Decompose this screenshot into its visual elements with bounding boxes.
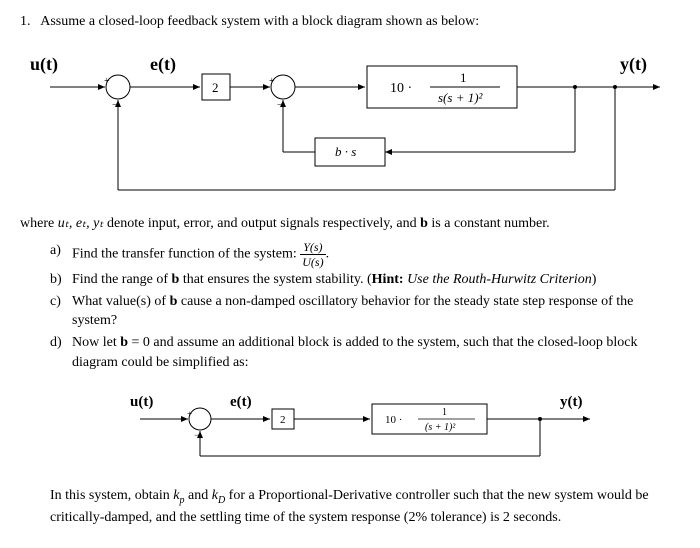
where-part-2: denote input, error, and output signals … xyxy=(107,216,420,231)
part-c-text: What value(s) of b cause a non-damped os… xyxy=(72,292,680,331)
part-c-text1: What value(s) of xyxy=(72,294,170,309)
part-d-text: Now let b = 0 and assume an additional b… xyxy=(72,333,680,372)
part-a: a) Find the transfer function of the sys… xyxy=(50,241,680,268)
part-b-label: b) xyxy=(50,270,72,290)
block-diagram-2: u(t) + − e(t) 2 10 · 1 (s + 1)² y(t) xyxy=(20,384,680,474)
svg-text:+: + xyxy=(269,76,275,87)
part-b-text1: Find the range of xyxy=(72,272,172,287)
d2-summing-junction xyxy=(189,408,211,430)
svg-text:−: − xyxy=(112,100,118,111)
svg-text:+: + xyxy=(104,76,110,87)
part-b-text: Find the range of b that ensures the sys… xyxy=(72,270,680,290)
d2-tf-den: (s + 1)² xyxy=(425,422,456,433)
after-text-2: and xyxy=(185,488,212,503)
kp-symbol: kp xyxy=(173,488,184,503)
sub-questions: a) Find the transfer function of the sys… xyxy=(50,241,680,372)
part-b-text2: that ensures the system stability. ( xyxy=(179,272,371,287)
tf-prefix: 10 · xyxy=(390,81,412,96)
part-b: b) Find the range of b that ensures the … xyxy=(50,270,680,290)
part-a-text1: Find the transfer function of the system… xyxy=(72,247,300,262)
tf-frac-den: U(s) xyxy=(300,255,325,268)
part-d-text1: Now let xyxy=(72,335,120,350)
where-text: where uₜ, eₜ, yₜ denote input, error, an… xyxy=(20,214,680,234)
part-b-hint-text: Use the Routh-Hurwitz Criterion xyxy=(404,272,592,287)
svg-text:−: − xyxy=(194,430,199,440)
after-text-1: In this system, obtain xyxy=(50,488,173,503)
tf-den: s(s + 1)² xyxy=(438,90,484,105)
part-d-bold: b xyxy=(120,335,128,350)
part-d: d) Now let b = 0 and assume an additiona… xyxy=(50,333,680,372)
block-diagram-1: u(t) + − e(t) 2 + − 10 · 1 s(s + 1)² y(t… xyxy=(20,42,680,202)
part-a-label: a) xyxy=(50,241,72,268)
gain-block-label: 2 xyxy=(212,80,219,95)
part-c-label: c) xyxy=(50,292,72,331)
d2-input-label: u(t) xyxy=(130,394,153,410)
input-label: u(t) xyxy=(30,54,58,75)
after-diagram2-section: In this system, obtain kp and kD for a P… xyxy=(50,486,680,527)
output-label: y(t) xyxy=(620,54,647,75)
where-part-1: where xyxy=(20,216,58,231)
question-number: 1. xyxy=(20,14,31,29)
question-text: Assume a closed-loop feedback system wit… xyxy=(40,14,479,29)
diagram1-svg: u(t) + − e(t) 2 + − 10 · 1 s(s + 1)² y(t… xyxy=(20,42,680,202)
part-d-continuation: In this system, obtain kp and kD for a P… xyxy=(50,486,680,527)
diagram2-svg: u(t) + − e(t) 2 10 · 1 (s + 1)² y(t) xyxy=(70,384,630,474)
where-part-3: is a constant number. xyxy=(431,216,549,231)
svg-text:+: + xyxy=(187,409,192,419)
tf-frac-num: Y(s) xyxy=(300,241,325,255)
part-b-hint-label: Hint: xyxy=(372,272,404,287)
d2-tf-prefix: 10 · xyxy=(385,414,402,426)
part-a-trail: . xyxy=(326,247,330,262)
part-d-label: d) xyxy=(50,333,72,372)
question-prompt: 1. Assume a closed-loop feedback system … xyxy=(20,12,680,32)
d2-output-label: y(t) xyxy=(560,394,583,410)
part-b-text3: ) xyxy=(592,272,597,287)
error-label: e(t) xyxy=(150,54,176,75)
part-c: c) What value(s) of b cause a non-damped… xyxy=(50,292,680,331)
where-vars: uₜ, eₜ, yₜ xyxy=(58,216,104,231)
part-d-text2: = 0 and assume an additional block is ad… xyxy=(72,335,637,370)
d2-error-label: e(t) xyxy=(230,394,252,410)
feedback-block-label: b · s xyxy=(335,144,356,159)
svg-text:−: − xyxy=(277,100,283,111)
tf-num: 1 xyxy=(460,70,467,85)
transfer-function-fraction: Y(s) U(s) xyxy=(300,241,325,268)
kd-symbol: kD xyxy=(212,488,225,503)
where-bold: b xyxy=(420,216,428,231)
d2-tf-num: 1 xyxy=(442,407,447,418)
part-a-text: Find the transfer function of the system… xyxy=(72,241,680,268)
d2-gain-label: 2 xyxy=(280,414,286,426)
